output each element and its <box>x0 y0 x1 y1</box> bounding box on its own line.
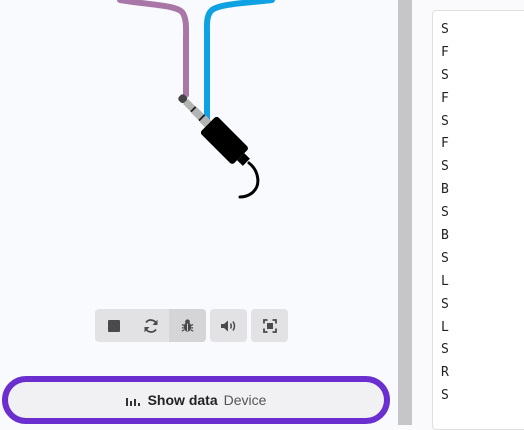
show-data-highlight: Show data Device <box>2 376 390 424</box>
headphone-jack-illustration <box>117 0 275 199</box>
console-line: B <box>441 182 449 198</box>
console-line: L <box>441 273 449 289</box>
console-line: S <box>441 388 449 404</box>
console-line: S <box>441 67 449 83</box>
bar-chart-icon <box>125 398 140 406</box>
blue-wire <box>203 0 275 123</box>
console-line: F <box>441 44 449 60</box>
console-line: S <box>441 250 449 266</box>
restart-icon <box>144 318 157 333</box>
speaker-icon <box>220 320 235 331</box>
console-line: R <box>441 365 449 381</box>
audio-jack <box>178 94 250 166</box>
jack-cable <box>238 161 260 199</box>
simulator-controls-group <box>95 309 206 342</box>
console-line: S <box>441 159 449 175</box>
stop-button[interactable] <box>95 309 132 342</box>
console-line: S <box>441 22 449 37</box>
console-line: B <box>441 228 449 244</box>
bug-icon <box>181 319 194 332</box>
simulator-area: Show data Device <box>0 0 398 425</box>
show-data-button[interactable]: Show data Device <box>8 382 384 418</box>
console-line: S <box>441 342 449 358</box>
fullscreen-button[interactable] <box>251 309 288 342</box>
console-line: S <box>441 205 449 221</box>
view-group <box>251 309 288 342</box>
console-line: S <box>441 113 449 129</box>
panel-divider[interactable] <box>398 0 412 425</box>
console-panel: S F S F S F S B S B S L S L S R S <box>412 0 524 430</box>
show-data-sublabel: Device <box>223 392 267 408</box>
purple-wire <box>117 0 190 98</box>
serial-console: S F S F S F S B S B S L S L S R S <box>432 10 524 430</box>
mute-button[interactable] <box>210 309 247 342</box>
debug-button[interactable] <box>169 309 206 342</box>
console-line: L <box>441 319 449 335</box>
show-data-label: Show data <box>147 392 218 408</box>
simulator-toolbar <box>95 309 288 342</box>
stop-icon <box>107 319 120 332</box>
fullscreen-icon <box>262 318 277 333</box>
audio-group <box>210 309 247 342</box>
console-line: F <box>441 136 449 152</box>
console-line: F <box>441 90 449 106</box>
console-line: S <box>441 296 449 312</box>
restart-button[interactable] <box>132 309 169 342</box>
